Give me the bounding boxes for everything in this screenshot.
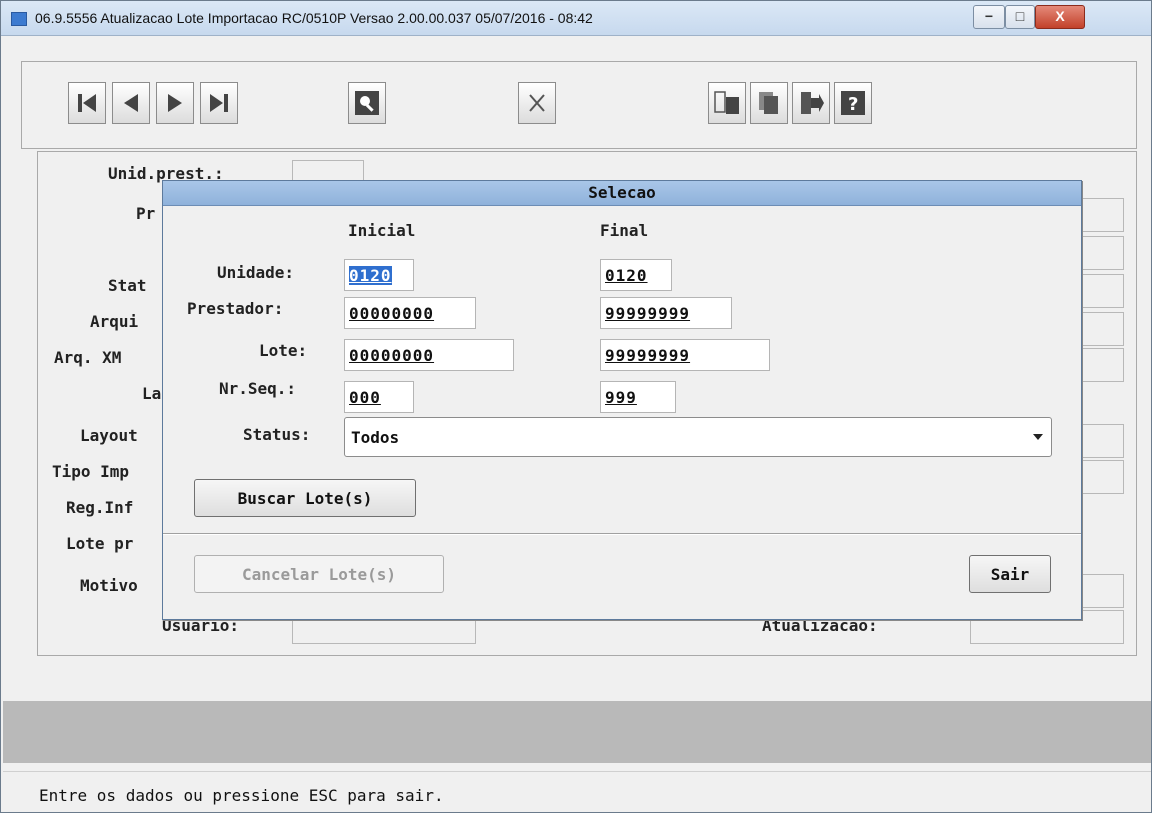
prestador-final-input[interactable]: 99999999: [600, 297, 732, 329]
prestador-label: Pr: [136, 204, 156, 223]
app-icon: [11, 12, 27, 26]
nr-seq-label: Nr.Seq.:: [219, 379, 297, 398]
dialog-separator: [163, 533, 1081, 535]
prestador-initial-value: 00000000: [349, 304, 435, 323]
unidade-label: Unidade:: [217, 263, 295, 282]
svg-text:?: ?: [848, 94, 858, 115]
status-bar: [3, 701, 1151, 763]
reg-inf-label: Reg.Inf: [66, 498, 134, 517]
next-record-icon: [168, 94, 182, 112]
close-button[interactable]: X: [1035, 5, 1085, 29]
prestador-final-value: 99999999: [605, 304, 691, 323]
search-icon: [355, 91, 379, 115]
nr-seq-final-input[interactable]: 999: [600, 381, 676, 413]
application-window: 06.9.5556 Atualizacao Lote Importacao RC…: [0, 0, 1152, 813]
help-icon: ?: [841, 91, 865, 115]
status-select[interactable]: Todos: [344, 417, 1052, 457]
layout-label-1: La: [142, 384, 162, 403]
tipo-imp-label: Tipo Imp: [52, 462, 130, 481]
unidade-final-input[interactable]: 0120: [600, 259, 672, 291]
window-title: 06.9.5556 Atualizacao Lote Importacao RC…: [35, 10, 593, 26]
buscar-lotes-button[interactable]: Buscar Lote(s): [194, 479, 416, 517]
copy-button[interactable]: [750, 82, 788, 124]
lote-initial-input[interactable]: 00000000: [344, 339, 514, 371]
lote-final-value: 99999999: [605, 346, 691, 365]
cancel-button-toolbar[interactable]: [518, 82, 556, 124]
filter-icon: [714, 91, 739, 114]
title-bar: 06.9.5556 Atualizacao Lote Importacao RC…: [1, 1, 1151, 36]
unidade-initial-input[interactable]: 0120: [344, 259, 414, 291]
initial-column-header: Inicial: [348, 221, 416, 240]
last-record-icon: [210, 94, 228, 112]
final-column-header: Final: [600, 221, 649, 240]
previous-record-icon: [124, 94, 138, 112]
status-label: Stat: [108, 276, 147, 295]
maximize-icon: □: [1015, 8, 1025, 24]
toolbar: ?: [21, 61, 1137, 149]
minimize-icon: −: [984, 8, 994, 24]
arquivo-label: Arqui: [90, 312, 139, 331]
help-button[interactable]: ?: [834, 82, 872, 124]
first-record-button[interactable]: [68, 82, 106, 124]
nr-seq-initial-value: 000: [349, 388, 381, 407]
exit-icon: [801, 92, 824, 114]
first-record-icon: [78, 94, 96, 112]
dialog-title: Selecao: [163, 181, 1081, 206]
prestador-label-dialog: Prestador:: [187, 299, 284, 318]
status-message: Entre os dados ou pressione ESC para sai…: [39, 786, 444, 805]
previous-record-button[interactable]: [112, 82, 150, 124]
chevron-down-icon: [1033, 434, 1043, 440]
nr-seq-final-value: 999: [605, 388, 637, 407]
layout-label-2: Layout: [80, 426, 138, 445]
nr-seq-initial-input[interactable]: 000: [344, 381, 414, 413]
cancel-icon: [529, 94, 545, 112]
minimize-button[interactable]: −: [973, 5, 1005, 29]
maximize-button[interactable]: □: [1005, 5, 1035, 29]
status-selected-value: Todos: [351, 428, 400, 447]
prestador-initial-input[interactable]: 00000000: [344, 297, 476, 329]
close-icon: X: [1055, 8, 1065, 24]
cancelar-lotes-button[interactable]: Cancelar Lote(s): [194, 555, 444, 593]
sair-button[interactable]: Sair: [969, 555, 1051, 593]
copy-icon: [759, 92, 778, 114]
unidade-initial-value: 0120: [349, 266, 392, 285]
status-label-dialog: Status:: [243, 425, 311, 444]
search-button[interactable]: [348, 82, 386, 124]
next-record-button[interactable]: [156, 82, 194, 124]
unidade-final-value: 0120: [605, 266, 648, 285]
selection-dialog: Selecao Inicial Final Unidade: 0120 0120…: [162, 180, 1082, 620]
lote-label: Lote:: [259, 341, 308, 360]
last-record-button[interactable]: [200, 82, 238, 124]
arq-xml-label: Arq. XM: [54, 348, 122, 367]
lote-pr-label: Lote pr: [66, 534, 134, 553]
message-bar: Entre os dados ou pressione ESC para sai…: [3, 771, 1151, 812]
filter-button[interactable]: [708, 82, 746, 124]
lote-final-input[interactable]: 99999999: [600, 339, 770, 371]
exit-button-toolbar[interactable]: [792, 82, 830, 124]
lote-initial-value: 00000000: [349, 346, 435, 365]
motivo-label: Motivo: [80, 576, 138, 595]
